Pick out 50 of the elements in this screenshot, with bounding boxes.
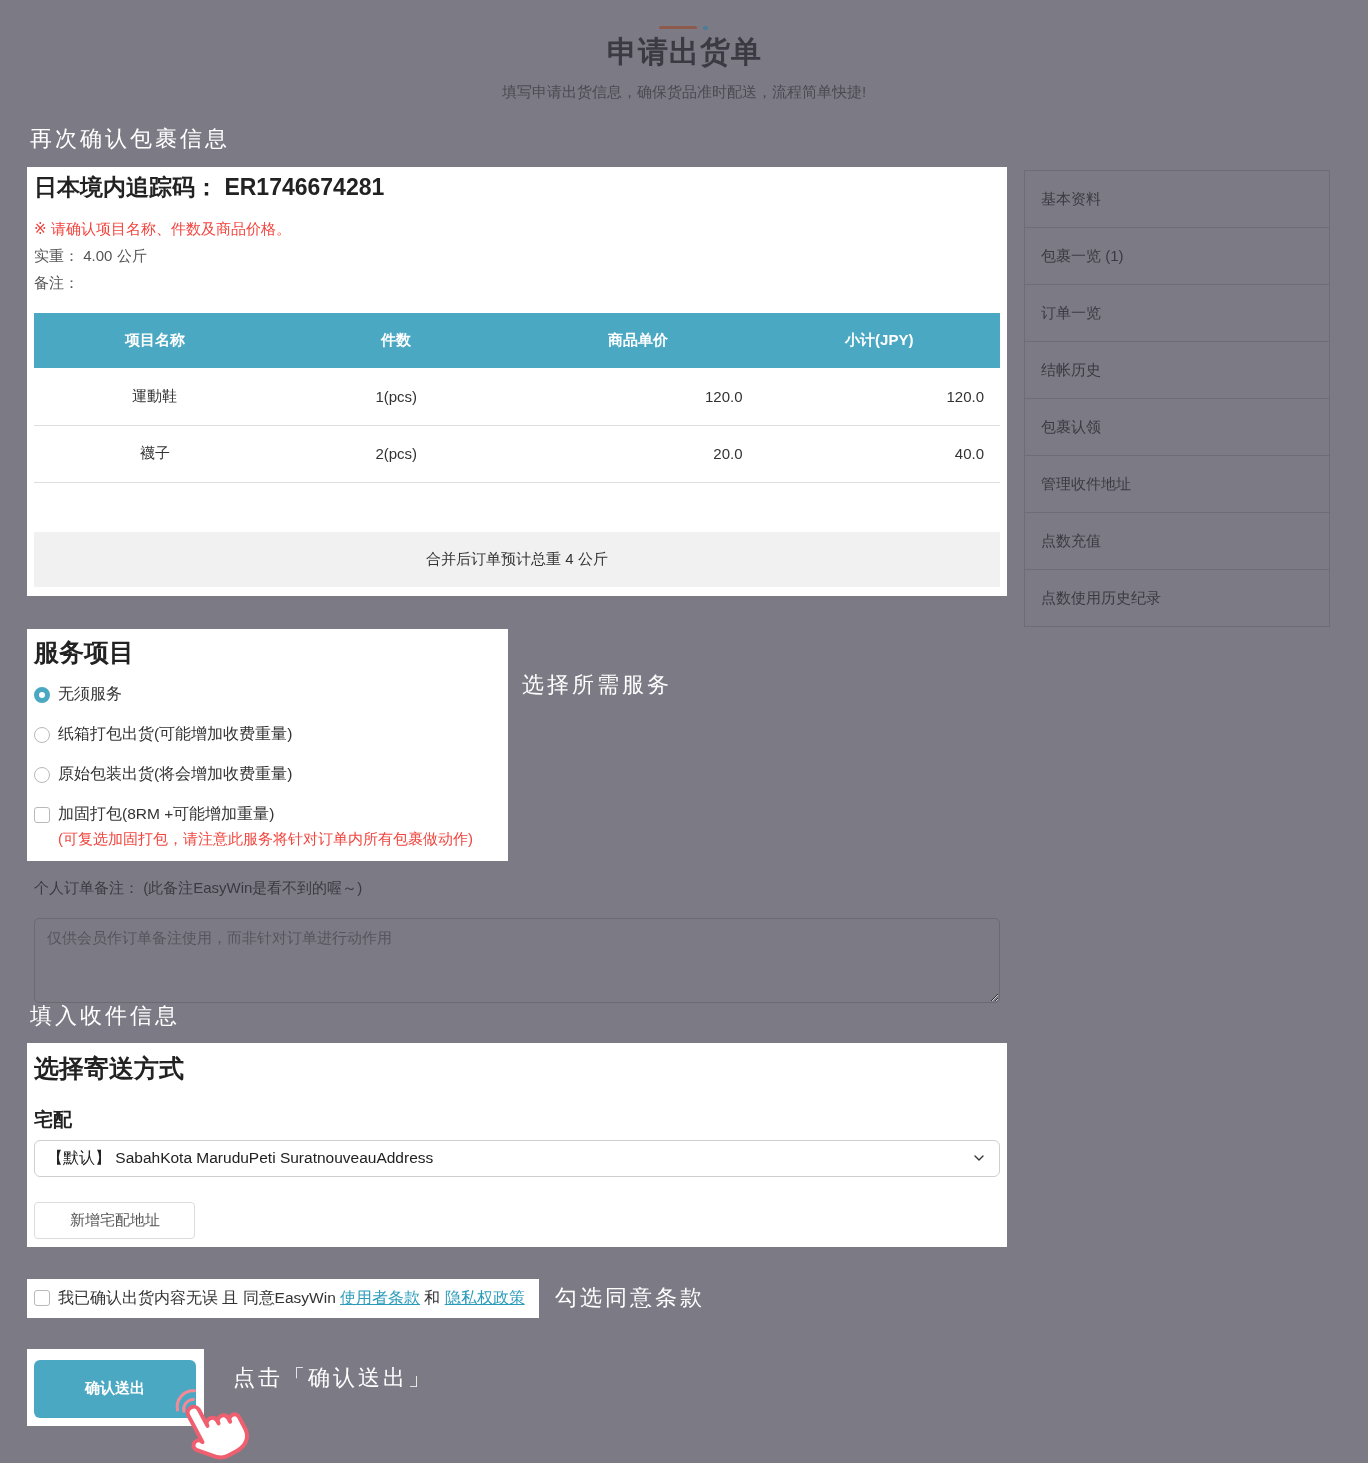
guide-caption: 填入收件信息	[30, 1002, 180, 1029]
sidebar-link[interactable]: 管理收件地址	[1025, 456, 1329, 513]
checkbox[interactable]	[34, 806, 50, 823]
weight-text: 实重： 4.00 公斤	[34, 246, 148, 266]
submit-button[interactable]: 确认送出	[34, 1359, 196, 1418]
sidebar-link[interactable]: 结帐历史	[1025, 342, 1329, 399]
table-cell: 運動鞋	[34, 368, 276, 425]
table-header-cell: 小计(JPY)	[758, 313, 1000, 368]
guide-caption: 勾选同意条款	[554, 1284, 705, 1311]
terms-link[interactable]: 使用者条款	[340, 1288, 421, 1306]
guide-caption: 再次确认包裹信息	[30, 126, 230, 152]
page-title: 申请出货单	[606, 34, 762, 70]
table-cell: 20.0	[517, 425, 759, 482]
table-cell: 1(pcs)	[275, 368, 517, 425]
warning-notice: ※ 请确认项目名称、件数及商品价格。	[34, 219, 292, 239]
table-cell: 2(pcs)	[275, 425, 517, 482]
option-label[interactable]: 原始包装出货(将会增加收费重量)	[58, 764, 293, 785]
table-cell: 120.0	[758, 368, 1000, 425]
add-address-button[interactable]: 新增宅配地址	[34, 1201, 195, 1239]
sidebar-link[interactable]: 点数充值	[1025, 513, 1329, 570]
order-note-label: 个人订单备注： (此备注EasyWin是看不到的喔～)	[34, 877, 363, 898]
guide-caption: 选择所需服务	[522, 671, 672, 698]
radio-button[interactable]	[34, 726, 50, 743]
delivery-method-label: 宅配	[34, 1107, 73, 1132]
agreement-text: 我已确认出货内容无误 且 同意EasyWin 使用者条款 和 隐私权政策	[58, 1287, 525, 1308]
sidebar-link[interactable]: 点数使用历史纪录	[1025, 570, 1329, 627]
table-header-cell: 项目名称	[34, 313, 276, 368]
tracking-heading: 日本境内追踪码： ER1746674281	[34, 173, 386, 202]
option-label[interactable]: 无须服务	[58, 684, 122, 705]
sidebar-link[interactable]: 基本资料	[1025, 171, 1329, 228]
table-cell: 40.0	[758, 425, 1000, 482]
title-accent-icon	[659, 26, 709, 30]
option-label[interactable]: 加固打包(8RM +可能增加重量)	[58, 804, 275, 825]
total-weight-bar: 合并后订单预计总重 4 公斤	[34, 531, 1000, 587]
radio-button[interactable]	[34, 766, 50, 783]
shipping-title: 选择寄送方式	[34, 1052, 185, 1084]
remark-text: 备注：	[34, 273, 80, 293]
address-select[interactable]: 【默认】 SabahKota MaruduPeti SuratnouveauAddress	[34, 1139, 1000, 1177]
privacy-link[interactable]: 隐私权政策	[444, 1288, 525, 1306]
table-header-cell: 商品单价	[517, 313, 759, 368]
table-cell: 120.0	[517, 368, 759, 425]
table-header-cell: 件数	[275, 313, 517, 368]
option-warning: (可复选加固打包，请注意此服务将针对订单内所有包裹做动作)	[58, 828, 474, 849]
guide-caption: 点击「确认送出」	[233, 1364, 433, 1391]
service-title: 服务项目	[34, 636, 135, 668]
sidebar-link[interactable]: 包裹认领	[1025, 399, 1329, 456]
option-label[interactable]: 纸箱打包出货(可能增加收费重量)	[58, 724, 293, 745]
table-cell: 襪子	[34, 425, 276, 482]
radio-button[interactable]	[34, 686, 50, 703]
checkbox[interactable]	[34, 1290, 50, 1306]
